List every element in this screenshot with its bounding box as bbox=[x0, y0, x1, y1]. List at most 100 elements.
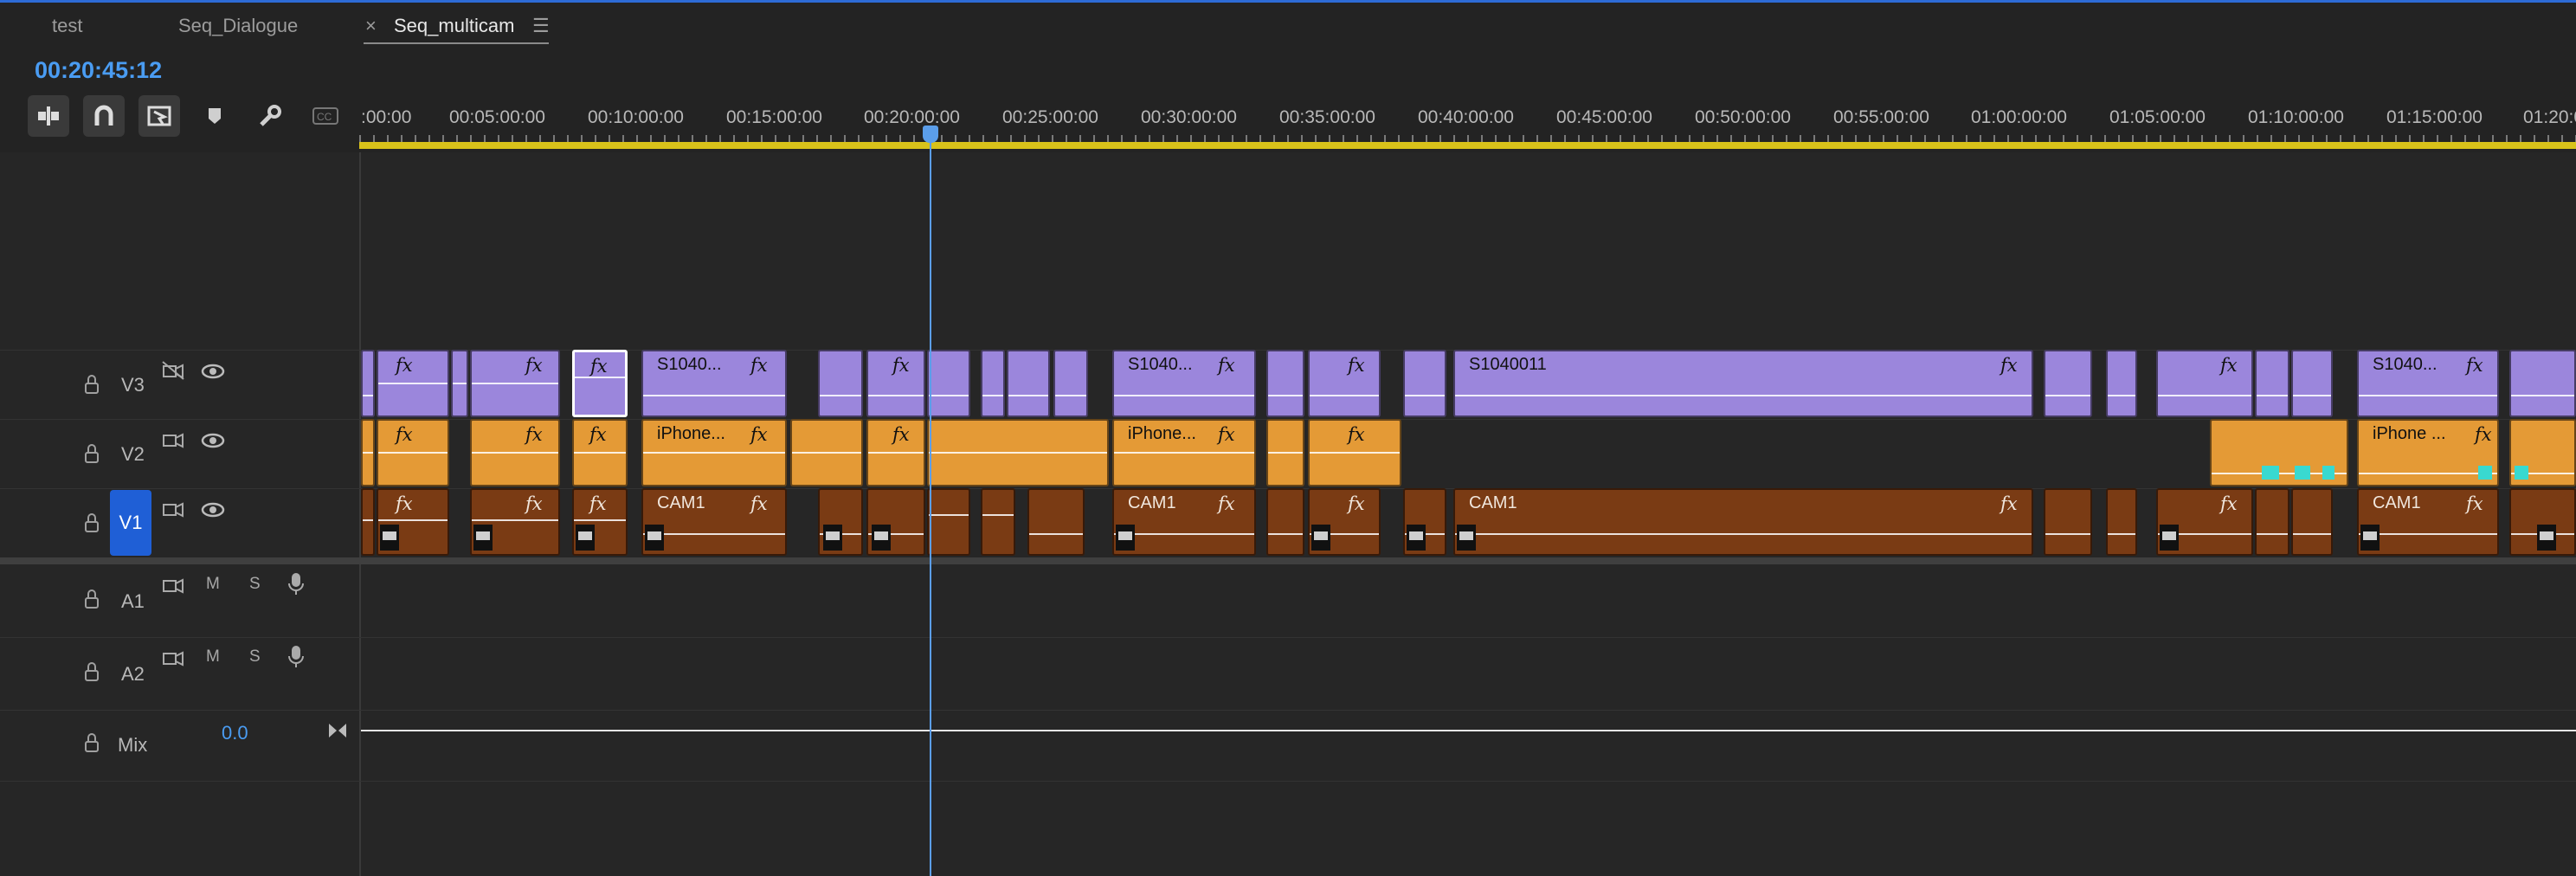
tab-menu-icon[interactable]: ☰ bbox=[532, 15, 550, 37]
video-clip[interactable] bbox=[1403, 350, 1446, 417]
video-clip[interactable]: fx bbox=[2156, 488, 2253, 556]
video-clip[interactable]: iPhone ... fx bbox=[2357, 419, 2499, 486]
tab-seq-multicam[interactable]: Seq_multicam bbox=[394, 15, 514, 37]
go-to-edit-point-icon[interactable] bbox=[327, 722, 348, 744]
video-clip[interactable] bbox=[790, 419, 863, 486]
video-clip[interactable]: fx bbox=[2156, 350, 2253, 417]
video-clip[interactable] bbox=[927, 419, 1109, 486]
video-clip[interactable]: iPhone... fx bbox=[1112, 419, 1256, 486]
video-clip[interactable] bbox=[2291, 488, 2333, 556]
snap-magnet-icon[interactable] bbox=[83, 95, 125, 137]
video-clip[interactable]: S1040... fx bbox=[1112, 350, 1256, 417]
eye-icon[interactable] bbox=[201, 362, 225, 385]
add-marker-icon[interactable] bbox=[194, 95, 235, 137]
video-clip[interactable]: fx bbox=[572, 419, 628, 486]
video-clip[interactable]: fx bbox=[866, 419, 925, 486]
tab-seq-dialogue[interactable]: Seq_Dialogue bbox=[178, 15, 298, 37]
eye-icon[interactable] bbox=[201, 500, 225, 524]
video-clip[interactable] bbox=[927, 488, 970, 556]
sync-lock-icon[interactable] bbox=[161, 647, 185, 673]
tab-test[interactable]: test bbox=[52, 15, 82, 37]
sync-lock-icon[interactable] bbox=[161, 575, 185, 600]
video-clip[interactable]: S1040... fx bbox=[2357, 350, 2499, 417]
video-clip[interactable]: fx bbox=[1308, 488, 1381, 556]
source-patch-v1[interactable]: V1 bbox=[110, 490, 151, 556]
video-clip[interactable] bbox=[1053, 350, 1088, 417]
lock-icon[interactable] bbox=[85, 589, 99, 609]
video-clip[interactable]: iPhone... fx bbox=[641, 419, 787, 486]
insert-overwrite-icon[interactable] bbox=[28, 95, 69, 137]
linked-selection-icon[interactable] bbox=[138, 95, 180, 137]
video-clip[interactable] bbox=[981, 350, 1005, 417]
video-clip[interactable] bbox=[1266, 488, 1304, 556]
playhead-line[interactable] bbox=[930, 126, 931, 876]
video-clip[interactable]: CAM1 fx bbox=[2357, 488, 2499, 556]
video-clip[interactable] bbox=[927, 350, 970, 417]
solo-button[interactable]: S bbox=[249, 647, 261, 667]
lock-icon[interactable] bbox=[85, 662, 99, 681]
video-clip[interactable] bbox=[866, 488, 925, 556]
lock-icon[interactable] bbox=[85, 444, 99, 463]
video-clip[interactable]: fx bbox=[1308, 419, 1401, 486]
captions-icon[interactable]: CC bbox=[305, 95, 346, 137]
selected-video-clip[interactable]: fx bbox=[572, 350, 628, 417]
video-clip[interactable]: fx bbox=[470, 350, 560, 417]
video-clip[interactable] bbox=[2509, 488, 2576, 556]
video-clip[interactable] bbox=[2255, 488, 2289, 556]
fx-badge: fx bbox=[525, 355, 543, 376]
work-area-bar[interactable] bbox=[359, 142, 2576, 149]
video-clip[interactable] bbox=[1027, 488, 1085, 556]
video-clip[interactable] bbox=[1266, 419, 1304, 486]
video-clip[interactable]: S1040011 fx bbox=[1453, 350, 2033, 417]
video-clip[interactable]: fx bbox=[866, 350, 925, 417]
lock-icon[interactable] bbox=[85, 733, 99, 752]
video-clip[interactable] bbox=[2044, 350, 2092, 417]
video-clip[interactable] bbox=[451, 350, 468, 417]
mute-button[interactable]: M bbox=[206, 647, 220, 667]
lock-icon[interactable] bbox=[85, 513, 99, 532]
video-clip[interactable] bbox=[1266, 350, 1304, 417]
video-clip[interactable] bbox=[2255, 350, 2289, 417]
video-clip[interactable] bbox=[2106, 350, 2137, 417]
sync-lock-icon[interactable] bbox=[161, 429, 185, 454]
video-clip[interactable]: fx bbox=[470, 488, 560, 556]
video-clip[interactable]: fx bbox=[377, 350, 449, 417]
video-clip[interactable] bbox=[2106, 488, 2137, 556]
tab-close-icon[interactable]: × bbox=[365, 15, 377, 37]
video-clip[interactable] bbox=[2044, 488, 2092, 556]
settings-wrench-icon[interactable] bbox=[249, 95, 291, 137]
voiceover-mic-icon[interactable] bbox=[287, 644, 305, 673]
eye-icon[interactable] bbox=[201, 431, 225, 454]
video-clip[interactable] bbox=[818, 350, 863, 417]
solo-button[interactable]: S bbox=[249, 575, 261, 594]
video-clip[interactable] bbox=[2210, 419, 2348, 486]
video-clip[interactable] bbox=[981, 488, 1015, 556]
video-clip[interactable] bbox=[818, 488, 863, 556]
video-clip[interactable] bbox=[361, 419, 375, 486]
mix-volume-value[interactable]: 0.0 bbox=[222, 722, 248, 744]
video-clip[interactable] bbox=[2291, 350, 2333, 417]
video-clip[interactable]: CAM1 fx bbox=[1453, 488, 2033, 556]
video-clip[interactable] bbox=[1007, 350, 1050, 417]
video-clip[interactable] bbox=[2509, 350, 2576, 417]
video-clip[interactable] bbox=[1403, 488, 1446, 556]
playhead-timecode[interactable]: 00:20:45:12 bbox=[35, 57, 162, 84]
video-clip[interactable]: fx bbox=[377, 488, 449, 556]
video-clip[interactable]: fx bbox=[377, 419, 449, 486]
video-clip[interactable] bbox=[2509, 419, 2576, 486]
video-clip[interactable]: CAM1 fx bbox=[641, 488, 787, 556]
voiceover-mic-icon[interactable] bbox=[287, 571, 305, 600]
mix-volume-line[interactable] bbox=[361, 730, 2576, 731]
video-clip[interactable] bbox=[361, 488, 375, 556]
playhead-handle[interactable] bbox=[923, 126, 938, 143]
video-clip[interactable]: CAM1 fx bbox=[1112, 488, 1256, 556]
video-clip[interactable]: fx bbox=[1308, 350, 1381, 417]
sync-lock-off-icon[interactable] bbox=[161, 360, 185, 385]
video-clip[interactable]: fx bbox=[572, 488, 628, 556]
video-clip[interactable] bbox=[361, 350, 375, 417]
video-clip[interactable]: fx bbox=[470, 419, 560, 486]
mute-button[interactable]: M bbox=[206, 575, 220, 594]
sync-lock-icon[interactable] bbox=[161, 499, 185, 524]
video-clip[interactable]: S1040... fx bbox=[641, 350, 787, 417]
lock-icon[interactable] bbox=[85, 375, 99, 394]
